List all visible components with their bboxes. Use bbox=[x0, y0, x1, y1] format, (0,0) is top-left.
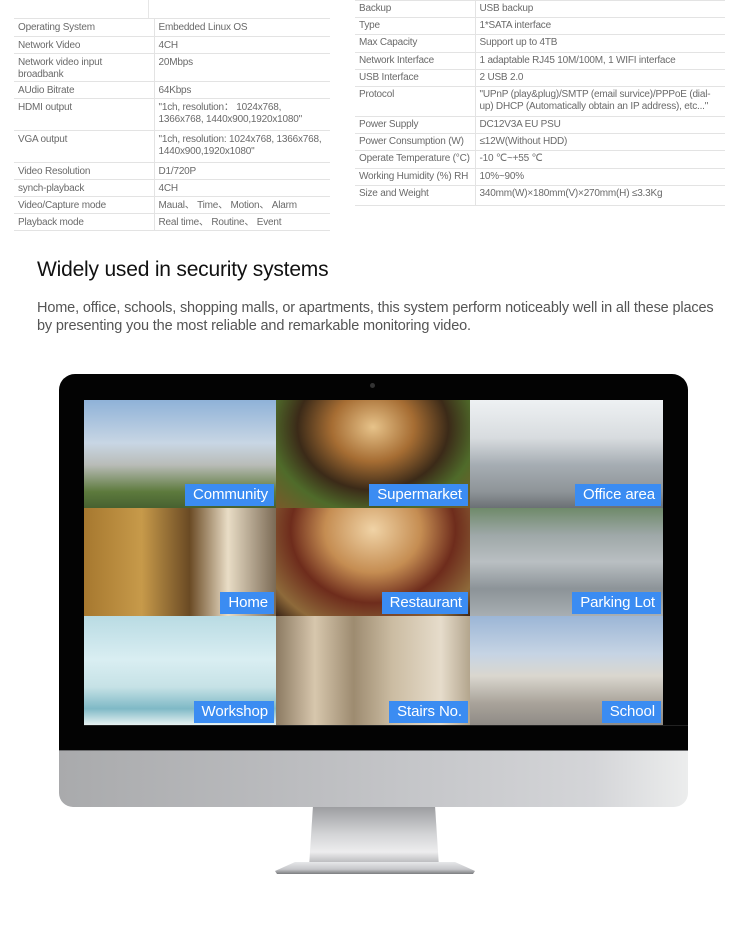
spec-value: 4CH bbox=[154, 179, 330, 197]
camera-tile-school: School bbox=[470, 616, 663, 725]
spec-row: Protocol "UPnP (play&plug)/SMTP (email su… bbox=[355, 86, 725, 117]
camera-tile-workshop: Workshop bbox=[84, 616, 276, 725]
spec-key: HDMI output bbox=[14, 98, 155, 131]
spec-value: 20Mbps bbox=[154, 53, 330, 82]
spec-value: Support up to 4TB bbox=[475, 34, 725, 53]
camera-tile-parking: Parking Lot bbox=[470, 508, 663, 616]
camera-tile-label: Restaurant bbox=[381, 592, 468, 614]
spec-row: VGA output "1ch, resolution: 1024x768, 13… bbox=[14, 130, 330, 163]
spec-row: Video Resolution D1/720P bbox=[14, 162, 330, 180]
spec-row: Power Consumption (W) ≤12W(Without HDD) bbox=[355, 133, 725, 151]
spec-key: USB Interface bbox=[355, 69, 476, 87]
camera-tile-label: Workshop bbox=[193, 701, 274, 723]
screen-edge bbox=[84, 725, 688, 726]
spec-row: Operate Temperature (°C) -10 ℃~+55 ℃ bbox=[355, 150, 725, 169]
spec-key: Network Video bbox=[14, 36, 155, 54]
camera-tile-label: Home bbox=[220, 592, 274, 614]
spec-key: Backup bbox=[355, 0, 476, 18]
spec-row: AUdio Bitrate 64Kbps bbox=[14, 81, 330, 99]
section-title: Widely used in security systems bbox=[37, 258, 329, 281]
camera-tile-label: Stairs No. bbox=[389, 701, 468, 723]
spec-value: 4CH bbox=[154, 36, 330, 54]
spec-value: 64Kbps bbox=[154, 81, 330, 99]
spec-row: Network video input broadbank 20Mbps bbox=[14, 53, 330, 82]
spec-row: Working Humidity (%) RH 10%~90% bbox=[355, 168, 725, 186]
spec-value: "1ch, resolution: 1024x768, 1366x768, 14… bbox=[154, 130, 330, 163]
monitor-stand-foot bbox=[275, 862, 475, 874]
spec-key: synch-playback bbox=[14, 179, 155, 197]
spec-value: Real time、 Routine、 Event bbox=[154, 213, 330, 231]
spec-value: 2 USB 2.0 bbox=[475, 69, 725, 87]
camera-tile-office: Office area bbox=[470, 400, 663, 508]
section-description: Home, office, schools, shopping malls, o… bbox=[37, 300, 714, 334]
spec-row: Network Video 4CH bbox=[14, 36, 330, 54]
spec-row: synch-playback 4CH bbox=[14, 179, 330, 197]
camera-tile-label: School bbox=[601, 701, 661, 723]
spec-value: "UPnP (play&plug)/SMTP (email survice)/P… bbox=[475, 86, 725, 117]
spec-row: Network Interface 1 adaptable RJ45 10M/10… bbox=[355, 52, 725, 70]
camera-tile-restaurant: Restaurant bbox=[276, 508, 470, 616]
spec-key: Protocol bbox=[355, 86, 476, 117]
spec-key: Network Interface bbox=[355, 52, 476, 70]
spec-key: Power Supply bbox=[355, 116, 476, 134]
camera-tile-label: Supermarket bbox=[369, 484, 468, 506]
spec-row: USB Interface 2 USB 2.0 bbox=[355, 69, 725, 87]
spec-row: Video/Capture mode Maual、 Time、 Motion、 A… bbox=[14, 196, 330, 214]
spec-value: 1 adaptable RJ45 10M/100M, 1 WIFI interf… bbox=[475, 52, 725, 70]
spec-value: 10%~90% bbox=[475, 168, 725, 186]
spec-key: Video Resolution bbox=[14, 162, 155, 180]
spec-value: -10 ℃~+55 ℃ bbox=[475, 150, 725, 169]
spec-key: Power Consumption (W) bbox=[355, 133, 476, 151]
spec-key: Type bbox=[355, 17, 476, 35]
spec-key: Network video input broadbank bbox=[14, 53, 155, 82]
spec-key: Operate Temperature (°C) bbox=[355, 150, 476, 169]
spec-value: USB backup bbox=[475, 0, 725, 18]
camera-tile-label: Community bbox=[185, 484, 274, 506]
spec-table-right: Backup USB backup Type 1*SATA interface Max … bbox=[355, 0, 725, 206]
spec-key: AUdio Bitrate bbox=[14, 81, 155, 99]
spec-value: Embedded Linux OS bbox=[154, 18, 330, 37]
spec-value: 340mm(W)×180mm(V)×270mm(H) ≤3.3Kg bbox=[475, 185, 725, 206]
spec-row: Type 1*SATA interface bbox=[355, 17, 725, 35]
spec-row: Power Supply DC12V3A EU PSU bbox=[355, 116, 725, 134]
spec-row: Max Capacity Support up to 4TB bbox=[355, 34, 725, 53]
spec-row: Playback mode Real time、 Routine、 Event bbox=[14, 213, 330, 231]
spec-row: Operating System Embedded Linux OS bbox=[14, 18, 330, 37]
camera-grid: Community Supermarket Office area Home Resta… bbox=[84, 400, 663, 725]
spec-key: Max Capacity bbox=[355, 34, 476, 53]
spec-key: Video/Capture mode bbox=[14, 196, 155, 214]
camera-tile-supermarket: Supermarket bbox=[276, 400, 470, 508]
spec-value: ≤12W(Without HDD) bbox=[475, 133, 725, 151]
monitor-stand-neck bbox=[309, 807, 439, 867]
webcam-icon bbox=[370, 383, 375, 388]
spec-value: "1ch, resolution： 1024x768, 1366x768, 14… bbox=[154, 98, 330, 131]
camera-tile-stairs: Stairs No. bbox=[276, 616, 470, 725]
camera-tile-label: Parking Lot bbox=[572, 592, 661, 614]
table-divider bbox=[148, 0, 149, 18]
spec-value: D1/720P bbox=[154, 162, 330, 180]
camera-tile-home: Home bbox=[84, 508, 276, 616]
spec-value: DC12V3A EU PSU bbox=[475, 116, 725, 134]
camera-tile-community: Community bbox=[84, 400, 276, 508]
spec-key: VGA output bbox=[14, 130, 155, 163]
spec-value: Maual、 Time、 Motion、 Alarm bbox=[154, 196, 330, 214]
spec-row: HDMI output "1ch, resolution： 1024x768, 1… bbox=[14, 98, 330, 131]
spec-row: Backup USB backup bbox=[355, 0, 725, 18]
spec-key: Size and Weight bbox=[355, 185, 476, 206]
spec-key: Operating System bbox=[14, 18, 155, 37]
spec-key: Working Humidity (%) RH bbox=[355, 168, 476, 186]
spec-key: Playback mode bbox=[14, 213, 155, 231]
camera-tile-label: Office area bbox=[575, 484, 661, 506]
spec-table-left: Operating System Embedded Linux OS Network… bbox=[14, 18, 330, 231]
monitor-chin bbox=[59, 750, 688, 807]
spec-value: 1*SATA interface bbox=[475, 17, 725, 35]
spec-row: Size and Weight 340mm(W)×180mm(V)×270mm(H… bbox=[355, 185, 725, 206]
